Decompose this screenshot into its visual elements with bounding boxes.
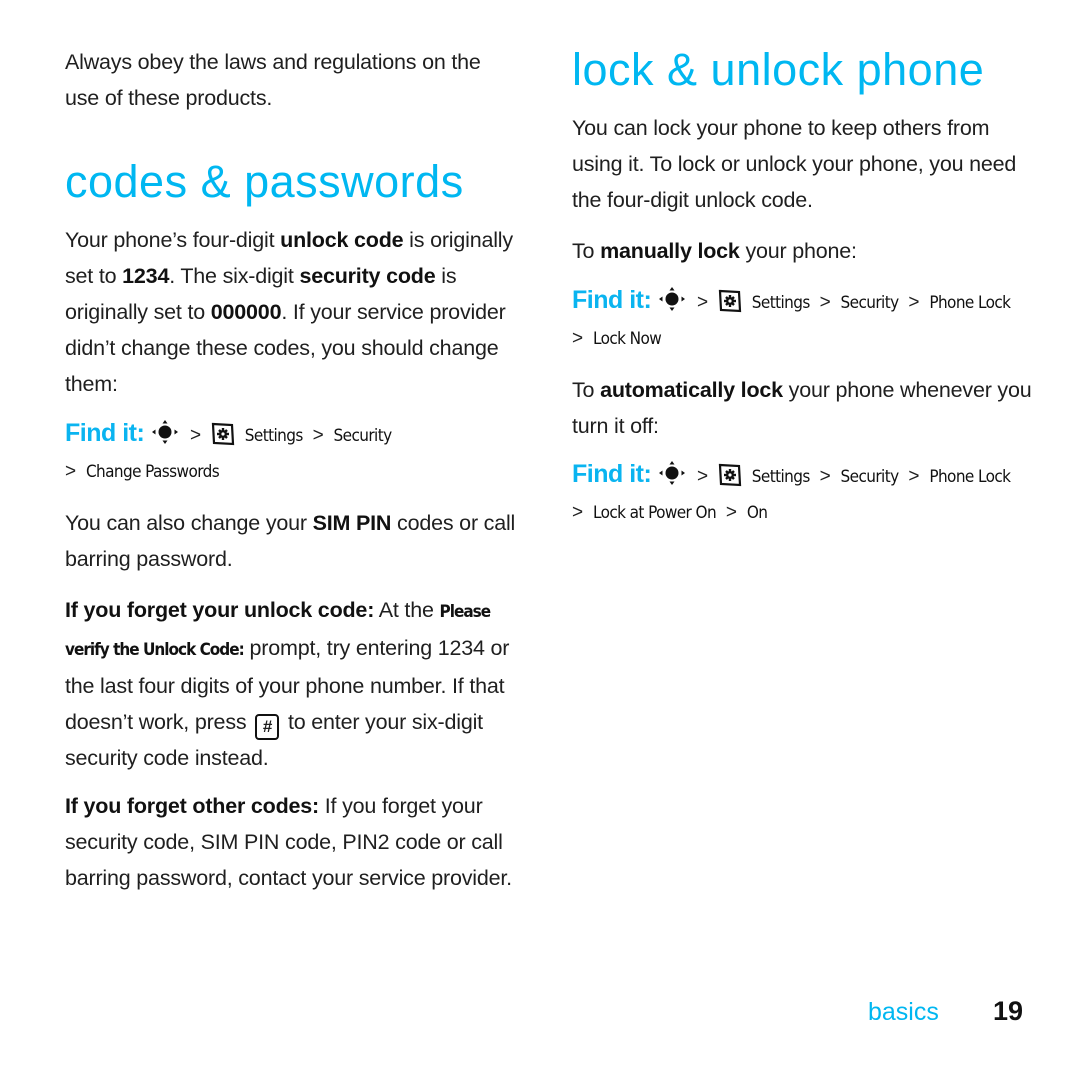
menu-item-security: Security <box>840 467 900 487</box>
path-separator: > <box>572 502 584 523</box>
path-separator: > <box>65 461 77 482</box>
settings-icon <box>718 289 742 313</box>
text: At the <box>374 598 440 622</box>
menu-item-settings: Settings <box>751 467 811 487</box>
footer-section-name: basics <box>868 998 939 1026</box>
menu-item-settings: Settings <box>244 426 304 446</box>
text: To <box>572 239 601 263</box>
section-heading-lock-unlock: lock & unlock phone <box>572 44 985 95</box>
menu-item-lock-now: Lock Now <box>592 329 662 349</box>
path-separator: > <box>312 425 324 446</box>
menu-item-on: On <box>746 503 768 523</box>
text: You can also change your <box>65 511 313 535</box>
find-it-lock-at-power-on: Find it: > Settings > Security > Phone L… <box>572 456 1011 495</box>
path-separator: > <box>819 292 831 313</box>
section-heading-codes-passwords: codes & passwords <box>65 156 464 207</box>
term-security-code: security code <box>299 264 436 288</box>
codes-paragraph: Your phone’s four-digit unlock code is o… <box>65 222 520 402</box>
text: . The six-digit <box>169 264 300 288</box>
hash-key-icon: # <box>255 714 280 740</box>
path-separator: > <box>908 292 920 313</box>
nav-key-icon <box>152 420 179 444</box>
find-it-change-passwords: Find it: > Settings > Security <box>65 415 392 454</box>
auto-lock-paragraph: To automatically lock your phone wheneve… <box>572 372 1032 444</box>
nav-key-icon <box>659 287 686 311</box>
forget-unlock-code-paragraph: If you forget your unlock code: At the P… <box>65 592 520 776</box>
lock-intro-paragraph: You can lock your phone to keep others f… <box>572 116 1017 212</box>
find-it-lock-at-power-on-cont: > Lock at Power On > On <box>572 494 768 531</box>
term-sim-pin: SIM PIN <box>312 511 392 535</box>
text: Your phone’s four-digit <box>65 228 281 252</box>
path-separator: > <box>725 502 737 523</box>
term-automatically-lock: automatically lock <box>600 378 783 402</box>
path-separator: > <box>190 425 202 446</box>
menu-item-security: Security <box>840 293 900 313</box>
menu-item-lock-at-power-on: Lock at Power On <box>592 503 717 523</box>
settings-icon <box>211 422 235 446</box>
forget-other-heading: If you forget other codes: <box>65 794 320 818</box>
path-separator: > <box>819 466 831 487</box>
forget-other-codes-paragraph: If you forget other codes: If you forget… <box>65 788 520 896</box>
find-it-label: Find it: <box>65 419 145 447</box>
text: To <box>572 378 601 402</box>
default-unlock-code: 1234 <box>122 264 170 288</box>
path-separator: > <box>908 466 920 487</box>
menu-item-settings: Settings <box>751 293 811 313</box>
manual-lock-paragraph: To manually lock your phone: <box>572 233 1032 269</box>
menu-item-security: Security <box>333 426 393 446</box>
find-it-label: Find it: <box>572 460 652 488</box>
path-separator: > <box>572 328 584 349</box>
sim-pin-paragraph: You can also change your SIM PIN codes o… <box>65 505 520 577</box>
settings-icon <box>718 463 742 487</box>
page-number: 19 <box>993 996 1024 1026</box>
menu-item-phone-lock: Phone Lock <box>929 467 1011 487</box>
intro-paragraph: Always obey the laws and regulations on … <box>65 50 481 110</box>
default-security-code: 000000 <box>210 300 282 324</box>
term-unlock-code: unlock code <box>280 228 404 252</box>
menu-item-change-passwords: Change Passwords <box>85 462 220 482</box>
find-it-lock-now: Find it: > Settings > Security > Phone L… <box>572 282 1011 321</box>
nav-key-icon <box>659 461 686 485</box>
text: your phone: <box>739 239 857 263</box>
path-separator: > <box>697 466 709 487</box>
path-separator: > <box>697 292 709 313</box>
find-it-lock-now-cont: > Lock Now <box>572 320 662 357</box>
find-it-change-passwords-cont: > Change Passwords <box>65 453 220 490</box>
term-manually-lock: manually lock <box>600 239 740 263</box>
find-it-label: Find it: <box>572 286 652 314</box>
forget-unlock-heading: If you forget your unlock code: <box>65 598 375 622</box>
menu-item-phone-lock: Phone Lock <box>929 293 1011 313</box>
